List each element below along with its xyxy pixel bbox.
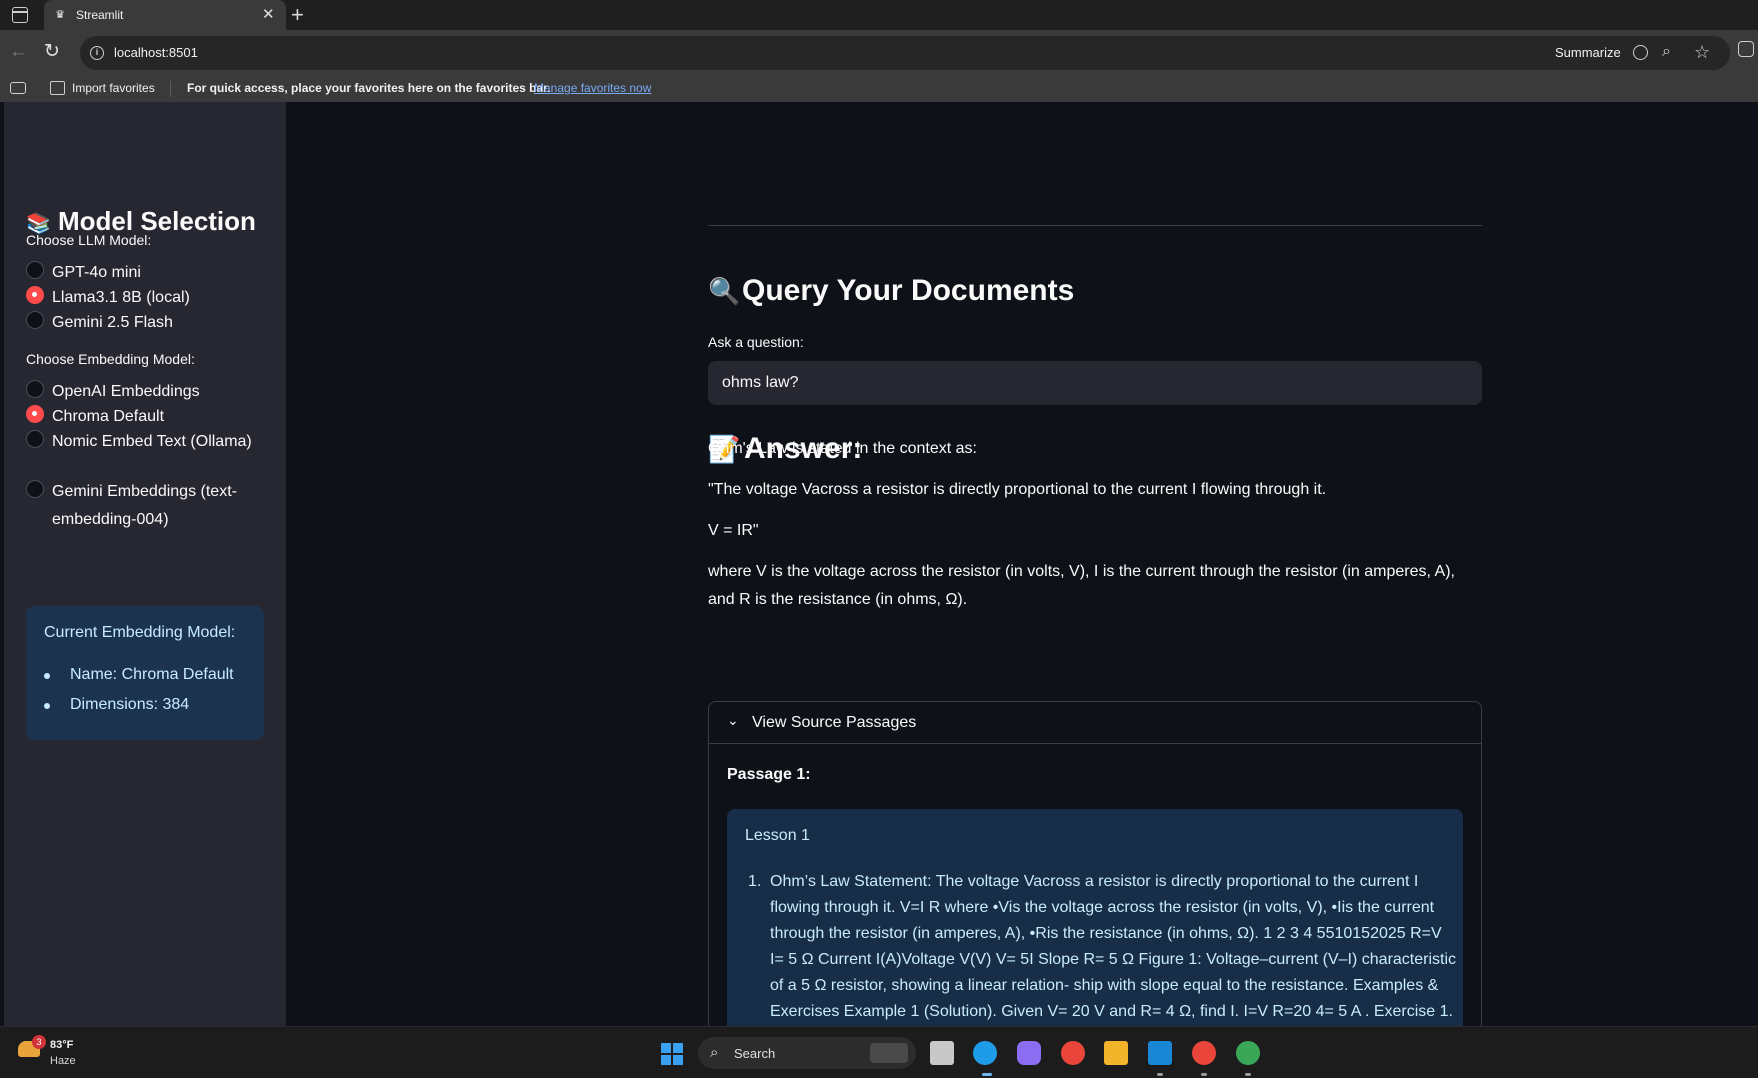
weather-condition: Haze [50,1055,76,1067]
close-tab-icon[interactable]: ✕ [262,6,275,24]
reload-icon[interactable]: ↻ [44,41,60,63]
tab-title: Streamlit [76,8,124,22]
info-list: Name: Chroma Default Dimensions: 384 [44,666,234,726]
address-bar[interactable]: i localhost:8501 Summarize ⌕ ☆ [80,36,1730,70]
info-item-name: Name: Chroma Default [44,666,234,696]
passage-lesson-title: Lesson 1 [745,827,810,844]
reader-view-icon[interactable] [10,82,26,94]
import-favorites-icon[interactable] [50,81,65,95]
llm-model-label: Choose LLM Model: [26,232,152,248]
zoom-icon[interactable]: ⌕ [1662,43,1671,61]
radio-embed-nomic[interactable]: Nomic Embed Text (Ollama) [26,427,266,451]
embedding-info-box: Current Embedding Model: Name: Chroma De… [26,606,264,740]
streamlit-app: 📚 Model Selection Choose LLM Model: GPT-4… [4,102,1758,1026]
chrome-profile-icon[interactable] [1192,1041,1216,1065]
weather-badge: 3 [32,1035,46,1049]
new-tab-icon[interactable]: + [291,2,304,28]
copilot-icon[interactable] [1017,1041,1041,1065]
question-input[interactable] [708,361,1482,405]
favbar-divider [170,81,171,97]
edge-active-indicator [982,1073,992,1076]
weather-temp: 83°F [50,1039,74,1051]
info-item-dimensions: Dimensions: 384 [44,696,234,726]
main-content: 🔍Query Your Documents Ask a question: 📝A… [286,102,1758,1026]
passage-label: Passage 1: [727,766,811,783]
copilot-summarize-icon[interactable] [1633,45,1648,60]
streamlit-favicon-icon: ♛ [55,9,65,21]
import-favorites-button[interactable]: Import favorites [72,81,155,95]
browser-tab-bar: ♛ Streamlit ✕ + [0,0,1758,30]
radio-label: Gemini Embeddings (text-embedding-004) [52,483,237,528]
vscode-icon[interactable] [1148,1041,1172,1065]
radio-llm-gemini-2-5-flash[interactable]: Gemini 2.5 Flash [26,308,266,332]
radio-embed-chroma-default[interactable]: Chroma Default [26,402,266,426]
radio-llm-gpt-4o-mini[interactable]: GPT-4o mini [26,258,266,282]
divider [708,225,1482,226]
radio-label: Nomic Embed Text (Ollama) [52,433,252,450]
chrome-profile-2-icon[interactable] [1236,1041,1260,1065]
favbar-message: For quick access, place your favorites h… [187,81,551,95]
radio-label: Gemini 2.5 Flash [52,314,173,331]
extensions-icon[interactable] [1738,41,1754,57]
magnifier-icon: 🔍 [708,276,741,306]
radio-button[interactable] [26,261,44,279]
browser-toolbar: ← ↻ i localhost:8501 Summarize ⌕ ☆ [0,30,1758,76]
passage-box: Lesson 1 1. Ohm’s Law Statement: The vol… [727,809,1463,1026]
answer-paragraph: where V is the voltage across the resist… [708,563,1455,608]
chrome-icon[interactable] [1061,1041,1085,1065]
answer-paragraph: "The voltage Vacross a resistor is direc… [708,481,1327,498]
radio-embed-openai[interactable]: OpenAI Embeddings [26,377,266,401]
taskbar-search-label: Search [734,1046,776,1061]
radio-button-selected[interactable] [26,405,44,423]
radio-embed-gemini[interactable]: Gemini Embeddings (text-embedding-004) [26,477,266,528]
source-passages-expander: ⌄ View Source Passages Passage 1: Lesson… [708,701,1482,1026]
query-heading: 🔍Query Your Documents [708,274,1075,307]
file-explorer-icon[interactable] [1104,1041,1128,1065]
chrome-running-indicator [1201,1073,1207,1076]
back-arrow-icon[interactable]: ← [9,41,28,63]
ask-question-label: Ask a question: [708,334,804,350]
embedding-model-label: Choose Embedding Model: [26,351,195,367]
search-highlight-image [870,1043,908,1063]
radio-button-selected[interactable] [26,286,44,304]
chevron-down-icon: ⌄ [727,712,739,728]
info-box-title: Current Embedding Model: [44,624,236,641]
radio-llm-llama3-1-8b[interactable]: Llama3.1 8B (local) [26,283,266,307]
vscode-running-indicator [1157,1073,1163,1076]
radio-button[interactable] [26,380,44,398]
favorite-star-icon[interactable]: ☆ [1694,42,1710,63]
site-info-icon[interactable]: i [90,46,104,60]
search-icon: ⌕ [710,1044,719,1061]
tab-actions-icon[interactable] [12,7,28,23]
answer-paragraph: V = IR" [708,522,759,539]
favorites-bar: Import favorites For quick access, place… [0,76,1758,102]
edge-icon[interactable] [973,1041,997,1065]
windows-start-icon[interactable] [661,1043,683,1065]
chrome-2-running-indicator [1245,1073,1251,1076]
expander-title[interactable]: View Source Passages [752,714,916,732]
browser-tab-streamlit[interactable]: ♛ Streamlit ✕ [44,0,286,30]
radio-button[interactable] [26,480,44,498]
answer-paragraph: Ohm's Law is stated in the context as: [708,440,977,457]
task-view-icon[interactable] [930,1041,954,1065]
sidebar: 📚 Model Selection Choose LLM Model: GPT-4… [4,102,286,1026]
passage-text: Ohm’s Law Statement: The voltage Vacross… [770,873,1457,1020]
expander-header[interactable]: ⌄ View Source Passages [709,702,1481,744]
summarize-button[interactable]: Summarize [1555,45,1621,60]
taskbar-search[interactable]: ⌕ Search [698,1037,916,1069]
url-text[interactable]: localhost:8501 [114,45,198,60]
taskbar: 3 83°F Haze ⌕ Search [0,1026,1758,1078]
manage-favorites-link[interactable]: Manage favorites now [534,81,651,95]
radio-button[interactable] [26,311,44,329]
radio-button[interactable] [26,430,44,448]
list-number: 1. [748,873,762,890]
